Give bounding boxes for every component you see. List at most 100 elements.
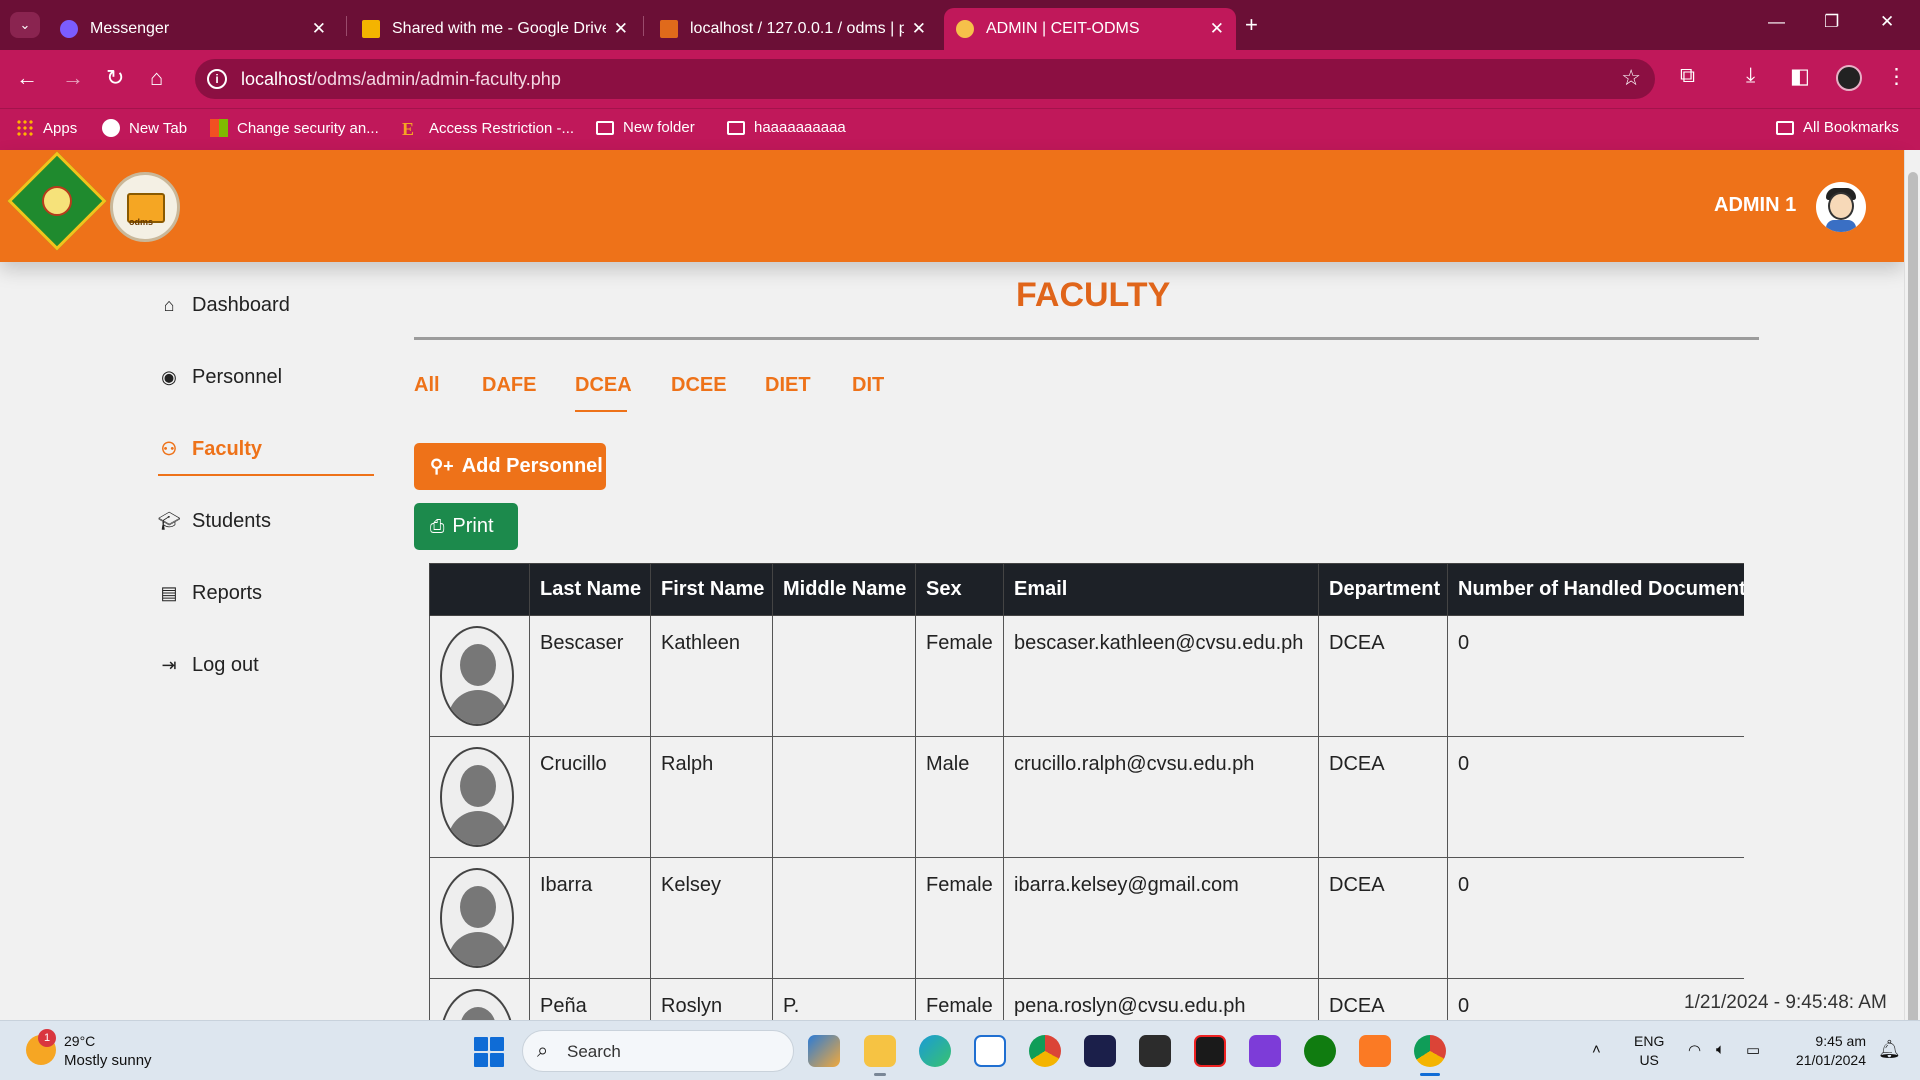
region-code: US [1639,1052,1659,1068]
tab-dept-dit[interactable]: DIT [852,374,884,397]
table-row[interactable]: Peña Roslyn P. Female pena.roslyn@cvsu.e… [429,978,1744,1020]
page-scrollbar[interactable] [1904,150,1920,1042]
tab-dept-dafe[interactable]: DAFE [482,374,536,397]
tab-phpmyadmin[interactable]: localhost / 127.0.0.1 / odms | ph ✕ [648,8,938,50]
forward-button[interactable]: → [62,65,84,91]
column-header-middle-name: Middle Name [772,563,916,616]
table-row[interactable]: Ibarra Kelsey Female ibarra.kelsey@gmail… [429,857,1744,979]
weather-description[interactable]: Mostly sunny [64,1052,152,1069]
minimize-button[interactable]: — [1768,12,1785,32]
file-explorer-icon[interactable] [864,1035,896,1067]
tab-title: localhost / 127.0.0.1 / odms | ph [690,20,904,37]
edge-icon[interactable] [919,1035,951,1067]
cell-first-name: Roslyn [650,978,773,1020]
wifi-icon[interactable]: ◠ [1688,1041,1701,1059]
sidebar-item-faculty[interactable]: ⚇ Faculty [158,438,262,461]
close-window-button[interactable]: ✕ [1880,12,1894,32]
add-personnel-button[interactable]: ⚲+ Add Personnel [414,443,606,490]
profile-avatar[interactable] [1836,65,1862,91]
windows-start-icon[interactable] [474,1037,504,1067]
chrome-icon[interactable] [1029,1035,1061,1067]
admin-name[interactable]: ADMIN 1 [1714,194,1796,217]
tab-dept-dcee[interactable]: DCEE [671,374,727,397]
battery-icon[interactable]: ▭ [1746,1041,1760,1059]
table-row[interactable]: Bescaser Kathleen Female bescaser.kathle… [429,615,1744,737]
close-icon[interactable]: ✕ [1210,19,1224,39]
cell-sex: Female [915,857,1004,979]
tab-dept-all[interactable]: All [414,374,440,397]
cell-email: ibarra.kelsey@gmail.com [1003,857,1319,979]
extensions-icon[interactable]: ⧉ [1680,64,1695,88]
weather-temperature[interactable]: 29°C [64,1033,95,1049]
sidebar-item-logout[interactable]: ⇥ Log out [158,654,258,677]
apps-grid-icon [16,119,34,137]
cell-department: DCEA [1318,857,1448,979]
avatar-placeholder-icon [440,868,514,968]
bookmark-new-tab[interactable]: New Tab [102,119,187,137]
chevron-down-icon: ⌄ [19,17,31,32]
close-icon[interactable]: ✕ [912,19,926,39]
microsoft-store-icon[interactable] [974,1035,1006,1067]
avatar-placeholder-icon [440,626,514,726]
back-button[interactable]: ← [16,65,38,91]
new-tab-button[interactable]: + [1245,12,1258,38]
chrome-profile-icon[interactable] [1414,1035,1446,1067]
photo-cell [429,736,530,858]
university-seal-logo [7,151,107,251]
xbox-icon[interactable] [1304,1035,1336,1067]
tab-dept-dcea[interactable]: DCEA [575,374,632,397]
volume-icon[interactable]: 🔈︎ [1716,1041,1725,1058]
taskbar-search-input[interactable]: ⌕ Search [522,1030,794,1072]
dev-tool-icon[interactable] [1084,1035,1116,1067]
cell-sex: Female [915,615,1004,737]
microsoft-icon [210,119,228,137]
close-icon[interactable]: ✕ [312,19,326,39]
menu-kebab-icon[interactable]: ⋮ [1886,64,1907,89]
home-button[interactable]: ⌂ [150,65,163,91]
all-bookmarks-button[interactable]: All Bookmarks [1776,119,1899,136]
restore-button[interactable]: ❐ [1824,12,1839,32]
photo-cell [429,615,530,737]
plus-icon: + [1245,12,1258,37]
tab-search-button[interactable]: ⌄ [10,12,40,38]
tab-title: Shared with me - Google Drive [392,20,606,37]
column-header-first-name: First Name [650,563,773,616]
folder-icon [1776,120,1794,135]
admin-avatar[interactable] [1816,182,1866,232]
app-red-v-icon[interactable] [1194,1035,1226,1067]
sidebar-item-label: Faculty [192,438,263,460]
language-indicator[interactable]: ENG US [1634,1032,1664,1070]
sidebar-item-personnel[interactable]: ◉ Personnel [158,366,282,389]
side-panel-icon[interactable]: ◧ [1790,64,1810,89]
url-input[interactable]: i localhost/odms/admin/admin-faculty.php… [195,59,1655,99]
download-icon[interactable]: ⤓ [1746,64,1755,88]
bookmark-change-security[interactable]: Change security an... [210,119,379,137]
close-icon[interactable]: ✕ [614,19,628,39]
copilot-icon[interactable] [808,1035,840,1067]
scroll-thumb[interactable] [1908,172,1918,1042]
faculty-table: Last Name First Name Middle Name Sex Ema… [429,563,1744,1020]
sidebar-item-reports[interactable]: ▤ Reports [158,582,262,605]
bookmark-new-folder[interactable]: New folder [596,119,695,136]
tab-admin-odms[interactable]: ADMIN | CEIT-ODMS ✕ [944,8,1236,50]
bookmark-apps[interactable]: Apps [16,119,77,137]
tab-google-drive[interactable]: Shared with me - Google Drive ✕ [350,8,640,50]
table-row[interactable]: Crucillo Ralph Male crucillo.ralph@cvsu.… [429,736,1744,858]
tab-messenger[interactable]: Messenger ✕ [48,8,338,50]
vscode-like-icon[interactable] [1139,1035,1171,1067]
notification-bell-icon[interactable]: 🔔︎ [1878,1039,1901,1060]
bookmark-access-restriction[interactable]: E Access Restriction -... [402,119,574,139]
bookmark-haaa-folder[interactable]: haaaaaaaaaa [727,119,846,136]
xampp-icon[interactable] [1359,1035,1391,1067]
site-info-icon[interactable]: i [207,69,227,89]
system-clock[interactable]: 9:45 am 21/01/2024 [1786,1032,1866,1070]
sidebar-item-dashboard[interactable]: ⌂ Dashboard [158,294,290,317]
reload-button[interactable]: ↻ [106,65,124,91]
bookmark-star-icon[interactable]: ☆ [1621,65,1641,91]
chevron-up-icon[interactable]: ˄ [1592,1041,1601,1058]
print-button[interactable]: ⎙ Print [414,503,518,550]
app-purple-icon[interactable] [1249,1035,1281,1067]
sidebar-item-students[interactable]: 🎓︎ Students [158,510,271,533]
bookmark-label: Apps [43,119,78,137]
tab-dept-diet[interactable]: DIET [765,374,811,397]
